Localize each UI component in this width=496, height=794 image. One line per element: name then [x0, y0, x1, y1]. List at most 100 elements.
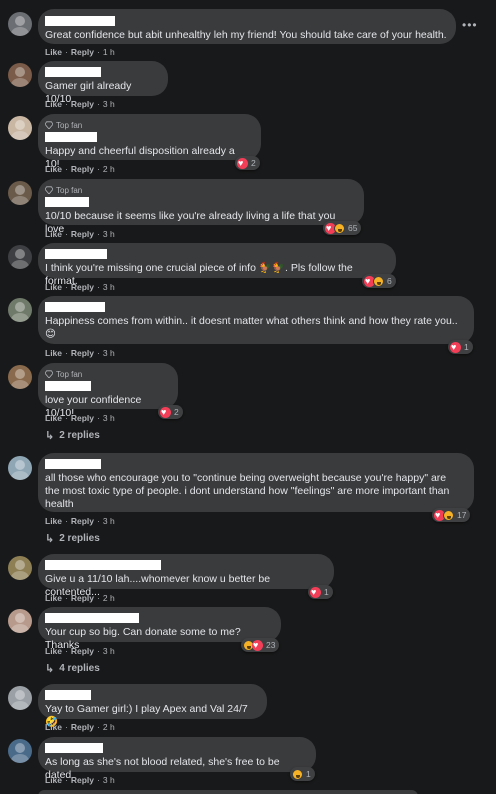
like-button[interactable]: Like — [45, 722, 62, 732]
reply-button[interactable]: Reply — [71, 722, 94, 732]
avatar[interactable] — [8, 181, 32, 205]
reply-button[interactable]: Reply — [71, 348, 94, 358]
diamond-icon — [45, 121, 53, 129]
reaction-summary[interactable]: 1 — [448, 340, 473, 354]
timestamp[interactable]: 3 h — [103, 413, 115, 423]
timestamp[interactable]: 3 h — [103, 775, 115, 785]
reaction-summary[interactable]: 1 — [308, 585, 333, 599]
reply-arrow-icon: ↳ — [45, 430, 55, 442]
comment-bubble: Give u a 11/10 lah....whomever know u be… — [38, 554, 334, 598]
top-fan-badge: Top fan — [45, 120, 252, 130]
comment-actions: Like · Reply · 3 h — [45, 282, 115, 292]
like-button[interactable]: Like — [45, 413, 62, 423]
avatar[interactable] — [8, 556, 32, 580]
like-button[interactable]: Like — [45, 164, 62, 174]
comment-bubble: As long as she's not blood related, she'… — [38, 737, 316, 781]
reaction-summary[interactable]: 6 — [362, 274, 396, 288]
timestamp[interactable]: 2 h — [103, 164, 115, 174]
comment-bubble: Yay to Gamer girl:) I play Apex and Val … — [38, 684, 267, 728]
reaction-summary[interactable]: 23 — [241, 638, 280, 652]
commenter-name[interactable] — [45, 613, 139, 623]
commenter-name[interactable] — [45, 560, 161, 570]
avatar[interactable] — [8, 686, 32, 710]
timestamp[interactable]: 1 h — [103, 47, 115, 57]
like-button[interactable]: Like — [45, 282, 62, 292]
like-button[interactable]: Like — [45, 593, 62, 603]
more-options-icon[interactable]: ••• — [462, 18, 478, 32]
avatar[interactable] — [8, 609, 32, 633]
reply-button[interactable]: Reply — [71, 646, 94, 656]
reply-button[interactable]: Reply — [71, 413, 94, 423]
comment-bubble: Happiness comes from within.. it doesnt … — [38, 296, 474, 344]
comment-actions: Like · Reply · 3 h — [45, 516, 115, 526]
reply-button[interactable]: Reply — [71, 282, 94, 292]
diamond-icon — [45, 370, 53, 378]
reply-button[interactable]: Reply — [71, 775, 94, 785]
top-fan-badge: Top fan — [45, 369, 169, 379]
timestamp[interactable]: 2 h — [103, 722, 115, 732]
like-button[interactable]: Like — [45, 229, 62, 239]
commenter-name[interactable] — [45, 249, 107, 259]
reply-button[interactable]: Reply — [71, 229, 94, 239]
comment-bubble: Top fan 10/10 because it seems like you'… — [38, 179, 364, 235]
like-button[interactable]: Like — [45, 516, 62, 526]
commenter-name[interactable] — [45, 67, 101, 77]
reply-button[interactable]: Reply — [71, 99, 94, 109]
like-button[interactable]: Like — [45, 646, 62, 656]
avatar[interactable] — [8, 298, 32, 322]
reply-button[interactable]: Reply — [71, 593, 94, 603]
timestamp[interactable]: 3 h — [103, 99, 115, 109]
avatar[interactable] — [8, 116, 32, 140]
comment-actions: Like · Reply · 3 h — [45, 413, 115, 423]
commenter-name[interactable] — [45, 132, 97, 142]
timestamp[interactable]: 2 h — [103, 593, 115, 603]
reaction-summary[interactable]: 2 — [235, 156, 260, 170]
avatar[interactable] — [8, 365, 32, 389]
love-reaction-icon — [450, 341, 461, 353]
diamond-icon — [45, 186, 53, 194]
avatar[interactable] — [8, 63, 32, 87]
love-reaction-icon — [160, 406, 171, 418]
comment-actions: Like · Reply · 2 h — [45, 164, 115, 174]
commenter-name[interactable] — [45, 381, 91, 391]
timestamp[interactable]: 3 h — [103, 516, 115, 526]
like-button[interactable]: Like — [45, 348, 62, 358]
reply-button[interactable]: Reply — [71, 164, 94, 174]
reaction-summary[interactable]: 1 — [290, 767, 315, 781]
comment-actions: Like · Reply · 3 h — [45, 775, 115, 785]
timestamp[interactable]: 3 h — [103, 348, 115, 358]
reaction-summary[interactable]: 2 — [158, 405, 183, 419]
view-replies-link[interactable]: ↳ 2 replies — [45, 532, 100, 545]
commenter-name[interactable] — [45, 16, 115, 26]
reaction-summary[interactable]: 17 — [432, 508, 471, 522]
like-button[interactable]: Like — [45, 47, 62, 57]
haha-reaction-icon — [292, 768, 303, 780]
comment-actions: Like · Reply · 3 h — [45, 646, 115, 656]
commenter-name[interactable] — [45, 302, 105, 312]
avatar[interactable] — [8, 12, 32, 36]
commenter-name[interactable] — [45, 743, 103, 753]
love-reaction-icon — [310, 586, 321, 598]
commenter-name[interactable] — [45, 690, 91, 700]
like-button[interactable]: Like — [45, 99, 62, 109]
comment-actions: Like · Reply · 3 h — [45, 229, 115, 239]
view-replies-link[interactable]: ↳ 2 replies — [45, 429, 100, 442]
like-button[interactable]: Like — [45, 775, 62, 785]
comment-bubble: I think you're missing one crucial piece… — [38, 243, 396, 287]
timestamp[interactable]: 3 h — [103, 646, 115, 656]
reaction-summary[interactable]: 65 — [323, 221, 362, 235]
avatar[interactable] — [8, 739, 32, 763]
avatar[interactable] — [8, 245, 32, 269]
timestamp[interactable]: 3 h — [103, 229, 115, 239]
timestamp[interactable]: 3 h — [103, 282, 115, 292]
commenter-name[interactable] — [45, 459, 101, 469]
commenter-name[interactable] — [45, 197, 89, 207]
avatar[interactable] — [8, 456, 32, 480]
comment-text: all those who encourage you to "continue… — [45, 472, 450, 510]
haha-reaction-icon — [373, 275, 384, 287]
reply-button[interactable]: Reply — [71, 516, 94, 526]
comment-actions: Like · Reply · 3 h — [45, 348, 115, 358]
view-replies-link[interactable]: ↳ 4 replies — [45, 662, 100, 675]
haha-reaction-icon — [334, 222, 345, 234]
reply-button[interactable]: Reply — [71, 47, 94, 57]
